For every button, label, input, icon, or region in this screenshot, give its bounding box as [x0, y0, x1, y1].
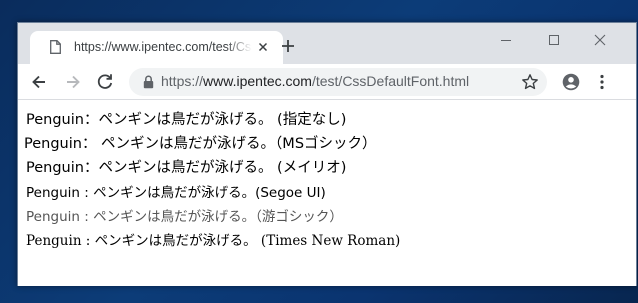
- arrow-right-icon[interactable]: [63, 72, 83, 92]
- close-icon[interactable]: [256, 40, 270, 54]
- minimize-button[interactable]: [488, 28, 524, 52]
- page-icon: [50, 40, 61, 54]
- text-line-meiryo: Penguin：ペンギンは鳥だが泳げる。 (メイリオ): [26, 160, 347, 176]
- minimize-icon: [501, 40, 511, 41]
- page-content: Penguin：ペンギンは鳥だが泳げる。 (指定なし) Penguin： ペンギ…: [18, 100, 636, 286]
- url-path: /test/CssDefaultFont.html: [311, 73, 470, 89]
- more-vert-icon[interactable]: [592, 72, 612, 92]
- tab-title: https://www.ipentec.com/test/CssDefaultF…: [74, 40, 252, 54]
- close-icon: [594, 34, 606, 46]
- text-line-yu-gothic: Penguin : ペンギンは鳥だが泳げる。（游ゴシック）: [26, 209, 343, 225]
- text-line-segoe-ui: Penguin : ペンギンは鳥だが泳げる。(Segoe UI): [26, 185, 326, 201]
- browser-tab[interactable]: https://www.ipentec.com/test/CssDefaultF…: [30, 31, 283, 64]
- star-icon[interactable]: [521, 73, 539, 91]
- close-window-button[interactable]: [582, 28, 618, 52]
- browser-toolbar: https://www.ipentec.com/test/CssDefaultF…: [18, 64, 636, 100]
- browser-window: https://www.ipentec.com/test/CssDefaultF…: [17, 22, 637, 286]
- text-line-times-new-roman: Penguin : ペンギンは鳥だが泳げる。 (Times New Roman): [26, 233, 401, 249]
- maximize-icon: [549, 35, 559, 45]
- address-bar[interactable]: https://www.ipentec.com/test/CssDefaultF…: [129, 68, 547, 96]
- title-bar: https://www.ipentec.com/test/CssDefaultF…: [18, 23, 636, 64]
- arrow-left-icon[interactable]: [29, 72, 49, 92]
- account-circle-icon[interactable]: [561, 72, 581, 92]
- maximize-button[interactable]: [536, 28, 572, 52]
- plus-icon[interactable]: [280, 38, 296, 54]
- text-line-ms-gothic: Penguin： ペンギンは鳥だが泳げる。（MSゴシック）: [24, 136, 377, 152]
- lock-icon: [143, 75, 154, 89]
- url-scheme: https://: [161, 73, 204, 89]
- reload-icon[interactable]: [95, 72, 115, 92]
- url-text[interactable]: https://www.ipentec.com/test/CssDefaultF…: [161, 73, 469, 91]
- url-host: www.ipentec.com: [203, 73, 312, 89]
- text-line-default-font: Penguin：ペンギンは鳥だが泳げる。 (指定なし): [26, 112, 347, 128]
